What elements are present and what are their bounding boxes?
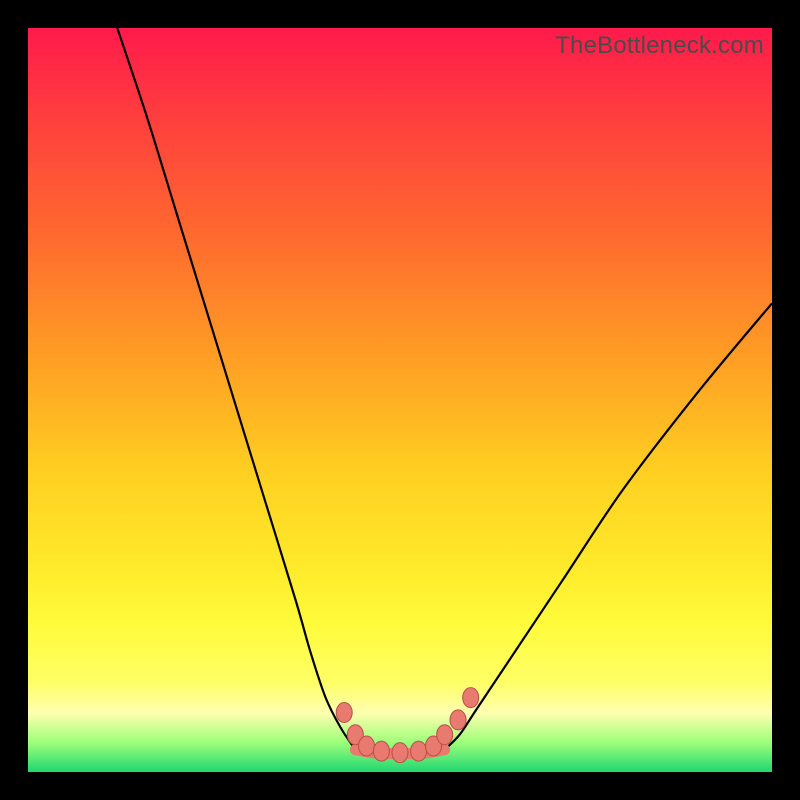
trough-marker bbox=[359, 736, 375, 756]
trough-marker bbox=[411, 741, 427, 761]
plot-area: TheBottleneck.com bbox=[28, 28, 772, 772]
trough-marker bbox=[437, 725, 453, 745]
trough-marker bbox=[336, 702, 352, 722]
trough-marker bbox=[392, 743, 408, 763]
trough-marker bbox=[373, 741, 389, 761]
bottleneck-curve bbox=[28, 28, 772, 772]
curve-right-branch bbox=[445, 303, 772, 749]
trough-marker bbox=[463, 688, 479, 708]
curve-left-branch bbox=[117, 28, 355, 750]
trough-marker bbox=[450, 710, 466, 730]
chart-frame: TheBottleneck.com bbox=[0, 0, 800, 800]
